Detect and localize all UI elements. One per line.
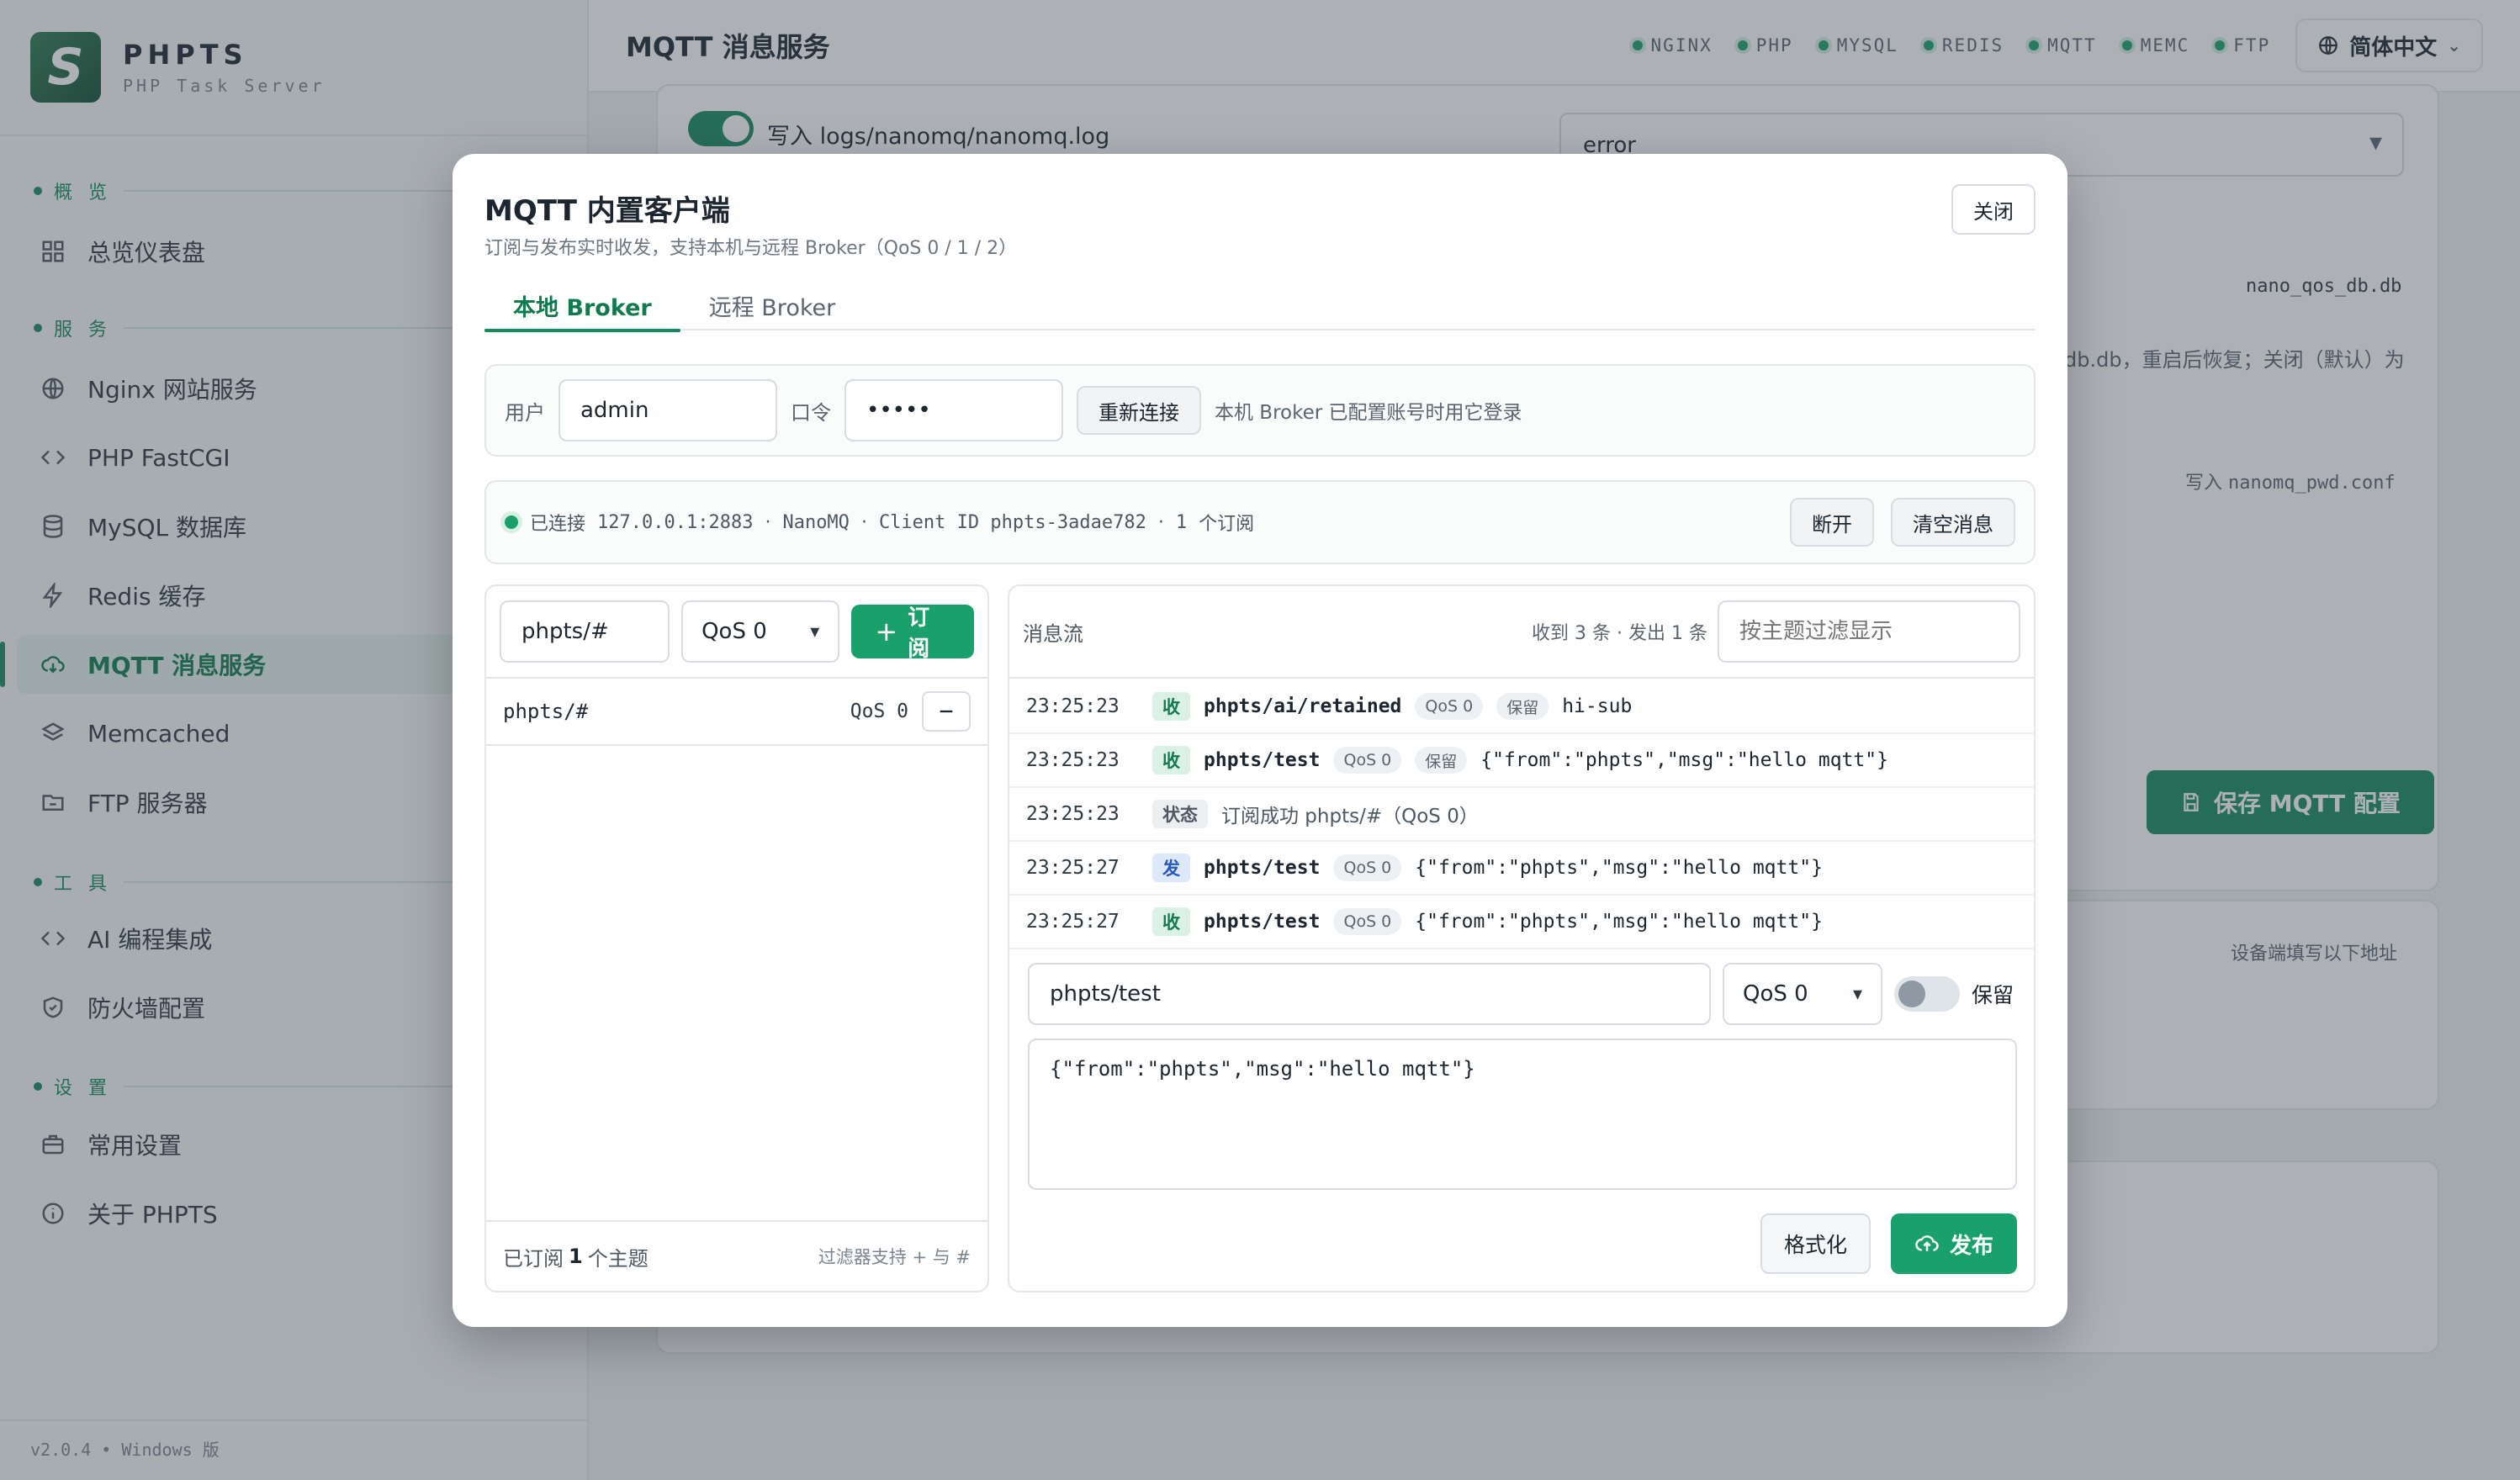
message-row: 23:25:23 状态 订阅成功 phpts/#（QoS 0）	[1009, 788, 2034, 842]
separator: ·	[860, 511, 867, 533]
received-badge: 收	[1152, 907, 1190, 936]
retain-label: 保留	[1972, 983, 2014, 1007]
auth-hint: 本机 Broker 已配置账号时用它登录	[1215, 402, 1522, 424]
filter-tip: 过滤器支持 + 与 #	[818, 1247, 971, 1267]
tab-local-broker[interactable]: 本地 Broker	[484, 280, 680, 332]
subscribe-footer: 已订阅 1 个主题 过滤器支持 + 与 #	[486, 1220, 987, 1291]
auth-panel: 用户 admin 口令 ••••• 重新连接 本机 Broker 已配置账号时用…	[484, 364, 2036, 457]
message-row: 23:25:27 发 phpts/test QoS 0 {"from":"php…	[1009, 842, 2034, 896]
clear-messages-button[interactable]: 清空消息	[1891, 498, 2015, 547]
payload-textarea[interactable]: {"from":"phpts","msg":"hello mqtt"}	[1028, 1039, 2017, 1190]
subscription-qos: QoS 0	[850, 700, 908, 722]
subscription-row: phpts/# QoS 0	[486, 679, 987, 746]
message-payload: {"from":"phpts","msg":"hello mqtt"}	[1415, 911, 1823, 933]
message-counts: 收到 3 条 · 发出 1 条	[1532, 623, 1707, 644]
message-payload: hi-sub	[1562, 695, 1633, 717]
password-input[interactable]: •••••	[844, 379, 1063, 441]
unsubscribe-button[interactable]	[922, 691, 971, 732]
qos-chip: QoS 0	[1415, 693, 1484, 720]
message-topic: phpts/test	[1204, 857, 1321, 879]
plus-icon: +	[875, 616, 898, 648]
qos-chip: QoS 0	[1333, 908, 1402, 935]
reconnect-button[interactable]: 重新连接	[1077, 386, 1201, 435]
broker-name: NanoMQ	[782, 511, 850, 533]
retained-chip: 保留	[1415, 747, 1468, 774]
separator: ·	[1157, 511, 1164, 533]
minus-icon	[940, 710, 953, 713]
user-label: 用户	[505, 400, 545, 425]
close-button[interactable]: 关闭	[1951, 184, 2036, 235]
format-button[interactable]: 格式化	[1760, 1213, 1871, 1274]
message-topic: phpts/test	[1204, 749, 1321, 771]
subscribe-qos-select[interactable]: QoS 0 ▾	[681, 600, 840, 663]
status-badge: 状态	[1152, 800, 1208, 828]
publish-button[interactable]: 发布	[1890, 1213, 2017, 1274]
status-message: 订阅成功 phpts/#（QoS 0）	[1221, 806, 1479, 827]
subscription-count-suffix: 个订阅	[1199, 514, 1255, 535]
chevron-down-icon: ▾	[810, 621, 820, 642]
topic-filter-input[interactable]	[1718, 600, 2020, 663]
modal-title: MQTT 内置客户端	[484, 194, 730, 228]
message-topic: phpts/test	[1204, 911, 1321, 933]
message-stream-panel: 消息流 收到 3 条 · 发出 1 条 23:25:23 收 phpts/ai/…	[1008, 584, 2036, 1292]
broker-address: 127.0.0.1:2883	[597, 511, 754, 533]
tab-remote-broker[interactable]: 远程 Broker	[680, 280, 865, 330]
qos-chip: QoS 0	[1333, 747, 1402, 774]
client-id: Client ID phpts-3adae782	[878, 511, 1146, 533]
connection-state: 已连接	[530, 514, 586, 535]
subscribe-topic-input[interactable]: phpts/#	[500, 600, 670, 663]
separator: ·	[765, 511, 771, 533]
message-payload: {"from":"phpts","msg":"hello mqtt"}	[1415, 857, 1823, 879]
user-input[interactable]: admin	[559, 379, 777, 441]
received-badge: 收	[1152, 746, 1190, 774]
chevron-down-icon: ▾	[1852, 983, 1862, 1005]
broker-tabs: 本地 Broker 远程 Broker	[484, 280, 2036, 332]
connected-dot-icon	[505, 515, 518, 529]
disconnect-button[interactable]: 断开	[1790, 498, 1874, 547]
password-label: 口令	[791, 400, 831, 425]
message-row: 23:25:23 收 phpts/test QoS 0 保留 {"from":"…	[1009, 734, 2034, 788]
subscription-topic: phpts/#	[503, 700, 589, 723]
message-topic: phpts/ai/retained	[1204, 695, 1402, 717]
sent-badge: 发	[1152, 854, 1190, 882]
message-row: 23:25:27 收 phpts/test QoS 0 {"from":"php…	[1009, 896, 2034, 949]
publish-form: phpts/test QoS 0 ▾ 保留 {"from":"phpts","m…	[1028, 963, 2017, 1190]
qos-chip: QoS 0	[1333, 854, 1402, 881]
subscribe-button[interactable]: + 订阅	[851, 605, 974, 662]
subscription-count: 1	[1175, 511, 1188, 533]
retained-chip: 保留	[1496, 693, 1549, 720]
publish-qos-select[interactable]: QoS 0 ▾	[1723, 963, 1882, 1025]
connection-status-bar: 已连接 127.0.0.1:2883 · NanoMQ · Client ID …	[484, 480, 2036, 564]
retain-toggle[interactable]	[1894, 976, 1960, 1012]
message-row: 23:25:23 收 phpts/ai/retained QoS 0 保留 hi…	[1009, 680, 2034, 734]
message-payload: {"from":"phpts","msg":"hello mqtt"}	[1480, 749, 1888, 771]
mqtt-client-modal: MQTT 内置客户端 订阅与发布实时收发，支持本机与远程 Broker（QoS …	[453, 154, 2067, 1327]
received-badge: 收	[1152, 692, 1190, 721]
publish-topic-input[interactable]: phpts/test	[1028, 963, 1711, 1025]
modal-subtitle: 订阅与发布实时收发，支持本机与远程 Broker（QoS 0 / 1 / 2）	[484, 238, 1018, 259]
message-stream-label: 消息流	[1023, 621, 1083, 646]
subscribe-panel: phpts/# QoS 0 ▾ + 订阅 phpts/# QoS 0 已订阅 1…	[484, 584, 989, 1292]
cloud-upload-icon	[1915, 1235, 1939, 1251]
